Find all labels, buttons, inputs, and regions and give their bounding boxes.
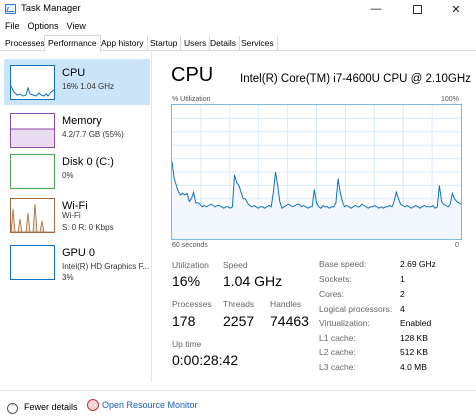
page-title: CPU — [171, 64, 214, 86]
task-manager-icon — [5, 4, 16, 14]
menu-options[interactable]: Options — [28, 19, 59, 33]
spec-value: 2.69 GHz — [400, 259, 436, 269]
spec-label: L2 cache: — [319, 347, 356, 357]
speed-value: 1.04 GHz — [223, 273, 283, 289]
utilization-label: Utilization — [172, 260, 209, 270]
tab-users[interactable]: Users — [181, 36, 211, 51]
tab-app-history[interactable]: App history — [98, 36, 148, 51]
threads-value: 2257 — [223, 313, 255, 329]
menu-file[interactable]: File — [5, 19, 20, 33]
minimize-icon: — — [370, 3, 382, 15]
handles-value: 74463 — [270, 313, 309, 329]
close-icon: ✕ — [451, 3, 461, 16]
spec-label: L3 cache: — [319, 362, 356, 372]
handles-label: Handles — [270, 299, 302, 309]
disk-thumbnail-graph — [10, 154, 55, 189]
cpu-graph-svg — [172, 105, 461, 239]
utilization-value: 16% — [172, 273, 201, 289]
sidebar-item-sub: 4.2/7.7 GB (55%) — [62, 130, 124, 139]
window-title: Task Manager — [21, 3, 81, 14]
sidebar-item-label: Disk 0 (C:) — [62, 156, 114, 168]
sidebar-item-sub: 16% 1.04 GHz — [62, 82, 115, 91]
chevron-up-icon[interactable]: ˆ — [7, 403, 18, 414]
close-button[interactable]: ✕ — [436, 0, 476, 18]
spec-label: Virtualization: — [319, 318, 370, 328]
footer: ˆ Fewer details Open Resource Monitor — [0, 390, 476, 420]
cpu-model-name: Intel(R) Core(TM) i7-4600U CPU @ 2.10GHz — [240, 73, 471, 85]
sidebar-item-sub2: 3% — [62, 273, 74, 282]
gpu-thumbnail-graph — [10, 245, 55, 280]
title-bar: Task Manager — ✕ — [0, 0, 476, 18]
threads-label: Threads — [223, 299, 255, 309]
spec-value: 2 — [400, 289, 405, 299]
processes-label: Processes — [172, 299, 212, 309]
processes-value: 178 — [172, 313, 196, 329]
tab-startup[interactable]: Startup — [147, 36, 182, 51]
spec-value: 1 — [400, 274, 405, 284]
graph-x-end-label: 0 — [455, 242, 459, 249]
sidebar-item-wifi[interactable]: Wi-Fi Wi-Fi S: 0 R: 0 Kbps — [4, 192, 150, 238]
resource-monitor-icon — [87, 399, 99, 411]
tab-performance[interactable]: Performance — [44, 35, 101, 52]
spec-value: 4.0 MB — [400, 362, 427, 372]
graph-y-label: % Utilization — [172, 96, 211, 103]
sidebar-item-sub: Wi-Fi — [62, 211, 81, 220]
sidebar-item-memory[interactable]: Memory 4.2/7.7 GB (55%) — [4, 107, 150, 153]
maximize-icon — [412, 4, 422, 14]
sidebar-item-label: CPU — [62, 67, 86, 79]
spec-label: Sockets: — [319, 274, 352, 284]
spec-value: Enabled — [400, 318, 432, 328]
memory-thumbnail-graph — [10, 113, 55, 148]
sidebar-item-disk[interactable]: Disk 0 (C:) 0% — [4, 148, 150, 194]
minimize-button[interactable]: — — [356, 0, 396, 18]
open-resource-monitor-link[interactable]: Open Resource Monitor — [102, 400, 198, 410]
spec-value: 4 — [400, 304, 405, 314]
uptime-label: Up time — [172, 339, 202, 349]
graph-x-label: 60 seconds — [172, 242, 208, 249]
sidebar: CPU 16% 1.04 GHz Memory 4.2/7.7 GB (55%)… — [0, 52, 152, 382]
graph-y-max-label: 100% — [441, 96, 459, 103]
tab-services[interactable]: Services — [238, 36, 278, 51]
spec-label: Base speed: — [319, 259, 367, 269]
sidebar-item-cpu[interactable]: CPU 16% 1.04 GHz — [4, 59, 150, 105]
sidebar-item-sub: Intel(R) HD Graphics F... — [62, 262, 150, 271]
maximize-button[interactable] — [397, 0, 437, 18]
cpu-utilization-graph — [171, 104, 462, 240]
spec-label: Cores: — [319, 289, 345, 299]
spec-label: Logical processors: — [319, 304, 393, 314]
spec-value: 512 KB — [400, 347, 428, 357]
sidebar-item-sub: 0% — [62, 171, 74, 180]
tab-details[interactable]: Details — [207, 36, 240, 51]
sidebar-item-label: Memory — [62, 115, 102, 127]
sidebar-item-sub2: S: 0 R: 0 Kbps — [62, 223, 114, 232]
uptime-value: 0:00:28:42 — [172, 352, 239, 368]
fewer-details-button[interactable]: Fewer details — [24, 402, 78, 412]
menu-view[interactable]: View — [67, 19, 86, 33]
sidebar-item-gpu[interactable]: GPU 0 Intel(R) HD Graphics F... 3% — [4, 239, 150, 285]
cpu-thumbnail-graph — [10, 65, 55, 100]
spec-value: 128 KB — [400, 333, 428, 343]
sidebar-item-label: GPU 0 — [62, 247, 96, 259]
menu-bar: File Options View — [0, 19, 86, 33]
tab-bar: Processes Performance App history Startu… — [0, 35, 476, 52]
tab-processes[interactable]: Processes — [2, 36, 49, 51]
speed-label: Speed — [223, 260, 248, 270]
wifi-thumbnail-graph — [10, 198, 55, 233]
spec-label: L1 cache: — [319, 333, 356, 343]
